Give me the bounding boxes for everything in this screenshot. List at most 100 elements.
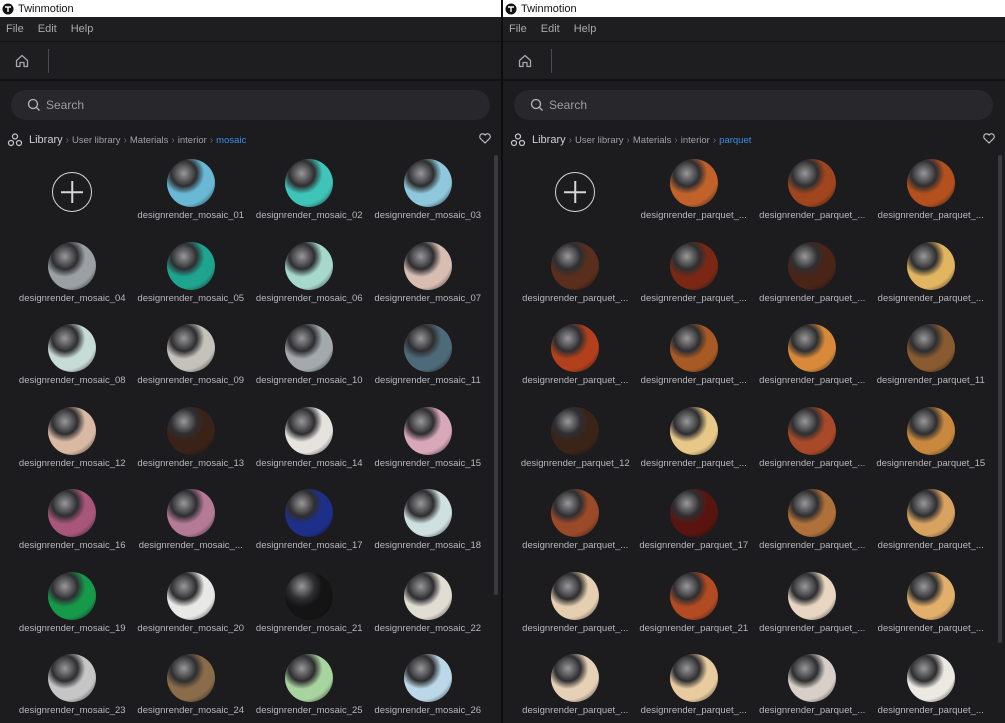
material-item[interactable]: designrender_parquet_... [872, 237, 991, 320]
material-item[interactable]: designrender_parquet_11 [872, 319, 991, 402]
breadcrumb-materials[interactable]: Materials [633, 135, 672, 146]
breadcrumb-library[interactable]: Library [532, 134, 566, 146]
material-item[interactable]: designrender_parquet_... [516, 567, 635, 650]
material-item[interactable]: designrender_mosaic_01 [132, 154, 251, 237]
material-item[interactable]: designrender_mosaic_17 [250, 484, 369, 567]
add-material-button[interactable] [516, 154, 635, 237]
home-icon[interactable] [13, 52, 31, 70]
material-item[interactable]: designrender_parquet_... [635, 237, 754, 320]
material-label: designrender_mosaic_25 [255, 705, 363, 716]
material-label: designrender_parquet_... [877, 292, 984, 304]
material-label: designrender_mosaic_02 [255, 210, 363, 221]
material-item[interactable]: designrender_mosaic_10 [250, 319, 369, 402]
material-item[interactable]: designrender_mosaic_02 [250, 154, 369, 237]
material-item[interactable]: designrender_mosaic_05 [132, 237, 251, 320]
breadcrumb-interior[interactable]: interior [178, 135, 207, 146]
material-item[interactable]: designrender_mosaic_04 [13, 237, 132, 320]
material-item[interactable]: designrender_mosaic_18 [369, 484, 488, 567]
add-icon [52, 172, 92, 212]
material-item[interactable]: designrender_parquet_... [753, 154, 872, 237]
material-item[interactable]: designrender_mosaic_20 [132, 567, 251, 650]
title-bar: Twinmotion [503, 0, 1005, 17]
menu-edit[interactable]: Edit [541, 23, 560, 35]
material-item[interactable]: designrender_parquet_... [753, 237, 872, 320]
search-input[interactable]: Search [514, 90, 993, 120]
material-item[interactable]: designrender_parquet_... [753, 484, 872, 567]
material-item[interactable]: designrender_parquet_... [753, 567, 872, 650]
material-item[interactable]: designrender_mosaic_25 [250, 649, 369, 723]
material-label: designrender_parquet_... [759, 705, 866, 716]
material-label: designrender_parquet_... [640, 705, 747, 716]
material-item[interactable]: designrender_parquet_... [753, 319, 872, 402]
search-input[interactable]: Search [11, 90, 490, 120]
breadcrumb-current[interactable]: parquet [719, 135, 751, 146]
material-item[interactable]: designrender_mosaic_15 [369, 402, 488, 485]
material-item[interactable]: designrender_mosaic_11 [369, 319, 488, 402]
material-item[interactable]: designrender_parquet_15 [872, 402, 991, 485]
material-item[interactable]: designrender_parquet_... [872, 484, 991, 567]
material-thumbnail [403, 654, 452, 702]
breadcrumb-user-library[interactable]: User library [72, 135, 121, 146]
material-item[interactable]: designrender_mosaic_03 [369, 154, 488, 237]
breadcrumb-interior[interactable]: interior [681, 135, 710, 146]
material-label: designrender_mosaic_24 [137, 705, 245, 716]
material-thumbnail [551, 654, 599, 702]
menu-file[interactable]: File [509, 23, 527, 35]
material-thumbnail [788, 241, 836, 290]
material-label: designrender_mosaic_06 [255, 292, 363, 304]
material-item[interactable]: designrender_mosaic_19 [13, 567, 132, 650]
material-label: designrender_mosaic_14 [255, 457, 363, 469]
material-item[interactable]: designrender_parquet_21 [635, 567, 754, 650]
menu-edit[interactable]: Edit [38, 23, 57, 35]
material-item[interactable]: designrender_mosaic_13 [132, 402, 251, 485]
material-item[interactable]: designrender_parquet_... [872, 649, 991, 723]
material-item[interactable]: designrender_mosaic_21 [250, 567, 369, 650]
material-item[interactable]: designrender_parquet_17 [635, 484, 754, 567]
menu-file[interactable]: File [6, 23, 24, 35]
material-item[interactable]: designrender_mosaic_12 [13, 402, 132, 485]
menu-help[interactable]: Help [574, 23, 597, 35]
material-item[interactable]: designrender_mosaic_16 [13, 484, 132, 567]
breadcrumb: Library › User library › Materials › int… [510, 132, 995, 148]
breadcrumb-materials[interactable]: Materials [130, 135, 169, 146]
material-item[interactable]: designrender_mosaic_24 [132, 649, 251, 723]
material-thumbnail [906, 406, 955, 455]
material-item[interactable]: designrender_mosaic_23 [13, 649, 132, 723]
breadcrumb-library[interactable]: Library [29, 134, 63, 146]
material-item[interactable]: designrender_mosaic_08 [13, 319, 132, 402]
material-item[interactable]: designrender_mosaic_09 [132, 319, 251, 402]
material-item[interactable]: designrender_parquet_... [635, 154, 754, 237]
material-item[interactable]: designrender_parquet_... [753, 649, 872, 723]
material-item[interactable]: designrender_parquet_... [516, 484, 635, 567]
heart-icon[interactable] [479, 133, 491, 144]
breadcrumb-user-library[interactable]: User library [575, 135, 624, 146]
material-item[interactable]: designrender_mosaic_06 [250, 237, 369, 320]
chevron-right-icon: › [712, 134, 717, 146]
material-item[interactable]: designrender_parquet_... [635, 402, 754, 485]
material-item[interactable]: designrender_parquet_... [516, 237, 635, 320]
material-label: designrender_mosaic_20 [137, 622, 245, 634]
scrollbar[interactable] [494, 155, 498, 595]
material-thumbnail [166, 571, 215, 620]
material-item[interactable]: designrender_mosaic_14 [250, 402, 369, 485]
add-material-button[interactable] [13, 154, 132, 237]
material-item[interactable]: designrender_parquet_... [635, 319, 754, 402]
material-item[interactable]: designrender_parquet_... [635, 649, 754, 723]
heart-icon[interactable] [983, 133, 995, 144]
material-item[interactable]: designrender_mosaic_07 [369, 237, 488, 320]
material-item[interactable]: designrender_parquet_... [872, 154, 991, 237]
material-item[interactable]: designrender_parquet_12 [516, 402, 635, 485]
material-thumbnail [669, 571, 718, 620]
material-item[interactable]: designrender_parquet_... [872, 567, 991, 650]
menu-help[interactable]: Help [71, 23, 94, 35]
material-item[interactable]: designrender_parquet_... [516, 319, 635, 402]
material-thumbnail [166, 654, 215, 702]
material-item[interactable]: designrender_mosaic_... [132, 484, 251, 567]
breadcrumb-current[interactable]: mosaic [216, 135, 246, 146]
material-item[interactable]: designrender_parquet_... [753, 402, 872, 485]
home-icon[interactable] [516, 52, 534, 70]
material-item[interactable]: designrender_mosaic_26 [369, 649, 488, 723]
material-item[interactable]: designrender_mosaic_22 [369, 567, 488, 650]
scrollbar[interactable] [998, 155, 1002, 643]
material-item[interactable]: designrender_parquet_... [516, 649, 635, 723]
